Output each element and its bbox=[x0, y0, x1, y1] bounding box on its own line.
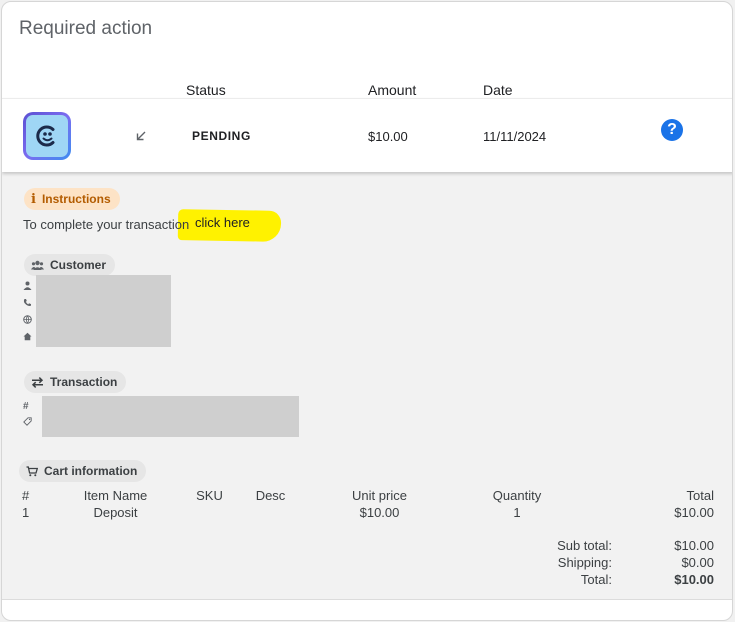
customer-chip: Customer bbox=[24, 254, 116, 276]
instructions-chip-label: Instructions bbox=[41, 192, 111, 206]
swap-arrows-icon bbox=[31, 376, 44, 388]
tag-icon bbox=[23, 415, 32, 432]
merchant-logo bbox=[23, 112, 71, 160]
person-icon bbox=[23, 279, 32, 296]
subtotal-value: $10.00 bbox=[674, 538, 714, 553]
click-here-link[interactable]: click here bbox=[195, 215, 250, 230]
users-icon bbox=[31, 260, 44, 270]
status-value: PENDING bbox=[192, 129, 251, 143]
cart-cell-quantity: 1 bbox=[513, 505, 521, 520]
cart-totals: Sub total: $10.00 Shipping: $0.00 Total:… bbox=[542, 537, 714, 588]
cart-cell-total: $10.00 bbox=[674, 505, 714, 520]
globe-icon bbox=[23, 313, 32, 330]
cart-header-number: # bbox=[22, 488, 30, 503]
customer-details-redacted bbox=[36, 275, 171, 347]
subtotal-label: Sub total: bbox=[557, 538, 612, 553]
shipping-label: Shipping: bbox=[557, 555, 612, 570]
total-row: Total: $10.00 bbox=[542, 571, 714, 588]
phone-icon bbox=[23, 296, 32, 313]
cart-cell-item-name: Deposit bbox=[93, 505, 138, 520]
customer-field-icons bbox=[23, 279, 32, 347]
cart-header-quantity: Quantity bbox=[492, 488, 542, 503]
required-action-card: Required action Status Amount Date PENDI… bbox=[1, 1, 733, 621]
date-value: 11/11/2024 bbox=[483, 129, 547, 144]
cart-header-unit-price: Unit price bbox=[352, 488, 407, 503]
cart-header-item-name: Item Name bbox=[83, 488, 148, 503]
cart-table: # Item Name SKU Desc Unit price Quantity… bbox=[22, 487, 714, 521]
total-label: Total: bbox=[580, 572, 612, 587]
transaction-details-panel: i Instructions To complete your transact… bbox=[2, 172, 732, 600]
column-header-amount: Amount bbox=[368, 82, 417, 98]
column-header-date: Date bbox=[483, 82, 513, 98]
total-value: $10.00 bbox=[674, 572, 714, 587]
info-icon: i bbox=[31, 191, 36, 207]
cart-cell-number: 1 bbox=[22, 505, 30, 520]
smiley-icon bbox=[36, 125, 55, 147]
cart-cell-desc bbox=[237, 504, 304, 521]
cart-header-total: Total bbox=[686, 488, 714, 503]
card-title: Required action bbox=[19, 18, 153, 39]
table-row: 1 Deposit $10.00 1 $10.00 bbox=[22, 504, 714, 521]
help-icon[interactable]: ? bbox=[661, 119, 683, 141]
transaction-chip: Transaction bbox=[24, 371, 127, 393]
instructions-chip: i Instructions bbox=[24, 188, 120, 210]
cart-information-chip: Cart information bbox=[19, 460, 147, 482]
transaction-chip-label: Transaction bbox=[50, 375, 118, 389]
transaction-field-icons: # bbox=[23, 398, 32, 432]
hash-icon: # bbox=[23, 401, 29, 412]
shipping-value: $0.00 bbox=[681, 555, 714, 570]
cart-header-sku: SKU bbox=[196, 488, 223, 503]
arrow-down-left-icon bbox=[134, 129, 148, 148]
home-icon bbox=[23, 330, 32, 347]
cart-information-chip-label: Cart information bbox=[44, 464, 138, 478]
amount-value: $10.00 bbox=[368, 129, 408, 144]
cart-header-row: # Item Name SKU Desc Unit price Quantity… bbox=[22, 487, 714, 504]
column-header-status: Status bbox=[186, 82, 226, 98]
transaction-details-redacted bbox=[42, 396, 299, 437]
subtotal-row: Sub total: $10.00 bbox=[542, 537, 714, 554]
shipping-row: Shipping: $0.00 bbox=[542, 554, 714, 571]
shopping-cart-icon bbox=[26, 465, 38, 476]
cart-cell-unit-price: $10.00 bbox=[359, 505, 400, 520]
cart-cell-sku bbox=[182, 504, 237, 521]
cart-header-desc: Desc bbox=[255, 488, 286, 503]
customer-chip-label: Customer bbox=[50, 258, 107, 272]
transaction-summary-row[interactable]: PENDING $10.00 11/11/2024 ? bbox=[2, 98, 732, 172]
instructions-text: To complete your transaction bbox=[23, 217, 190, 232]
